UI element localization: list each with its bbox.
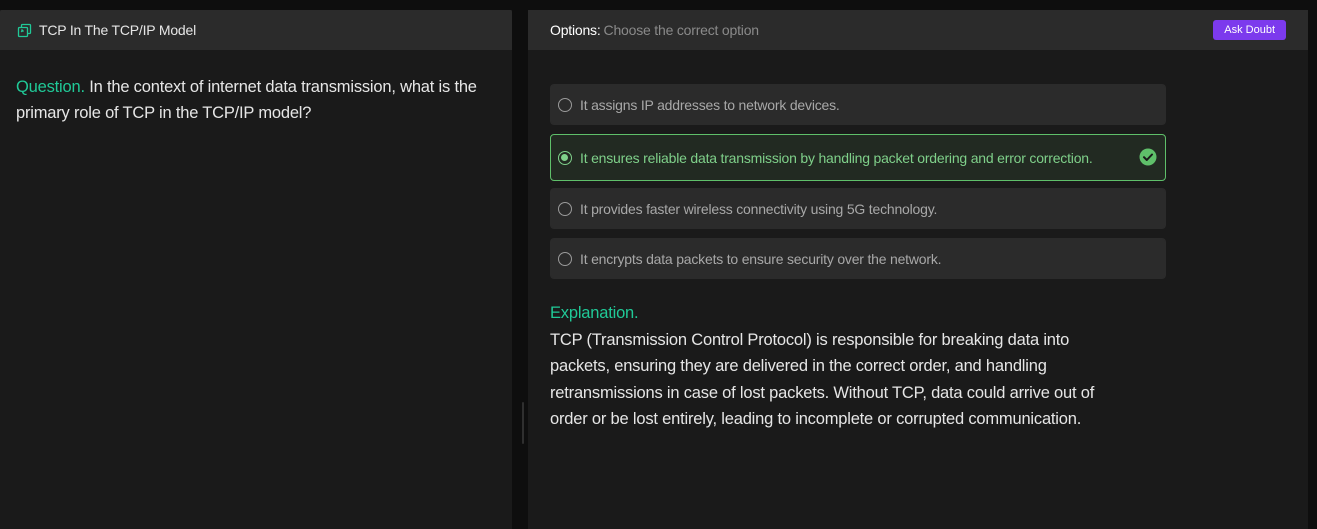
option-3[interactable]: It provides faster wireless connectivity… bbox=[550, 188, 1166, 229]
option-1[interactable]: It assigns IP addresses to network devic… bbox=[550, 84, 1166, 125]
question-panel: TCP In The TCP/IP Model Question. In the… bbox=[0, 10, 512, 529]
explanation-title: Explanation. bbox=[550, 304, 639, 322]
options-hint: Choose the correct option bbox=[603, 22, 760, 38]
ask-doubt-button[interactable]: Ask Doubt bbox=[1213, 20, 1286, 40]
question-label: Question. bbox=[16, 78, 85, 96]
check-circle-icon bbox=[1139, 148, 1157, 166]
explanation: Explanation. TCP (Transmission Control P… bbox=[550, 300, 1110, 433]
options-label: Options: bbox=[550, 22, 601, 38]
option-text: It assigns IP addresses to network devic… bbox=[580, 96, 840, 113]
option-4[interactable]: It encrypts data packets to ensure secur… bbox=[550, 238, 1166, 279]
explanation-text: TCP (Transmission Control Protocol) is r… bbox=[550, 330, 1095, 429]
options-panel: Options: Choose the correct option Ask D… bbox=[528, 10, 1308, 529]
question-text: In the context of internet data transmis… bbox=[16, 78, 477, 122]
radio-button[interactable] bbox=[558, 251, 572, 266]
panel-divider bbox=[516, 0, 524, 529]
option-text: It provides faster wireless connectivity… bbox=[580, 200, 938, 217]
radio-button[interactable] bbox=[558, 201, 572, 216]
options-list: It assigns IP addresses to network devic… bbox=[550, 84, 1166, 288]
options-panel-header: Options: Choose the correct option Ask D… bbox=[528, 10, 1308, 50]
question-title: TCP In The TCP/IP Model bbox=[39, 22, 196, 38]
app-root: TCP In The TCP/IP Model Question. In the… bbox=[0, 0, 1317, 529]
option-2[interactable]: It ensures reliable data transmission by… bbox=[550, 134, 1166, 181]
question-body: Question. In the context of internet dat… bbox=[0, 50, 512, 126]
resize-handle[interactable] bbox=[522, 402, 524, 444]
radio-button-selected[interactable] bbox=[558, 150, 572, 165]
option-text: It encrypts data packets to ensure secur… bbox=[580, 250, 942, 267]
option-text: It ensures reliable data transmission by… bbox=[580, 149, 1093, 166]
question-panel-header: TCP In The TCP/IP Model bbox=[0, 10, 512, 50]
radio-button[interactable] bbox=[558, 97, 572, 112]
copy-icon bbox=[17, 23, 32, 38]
